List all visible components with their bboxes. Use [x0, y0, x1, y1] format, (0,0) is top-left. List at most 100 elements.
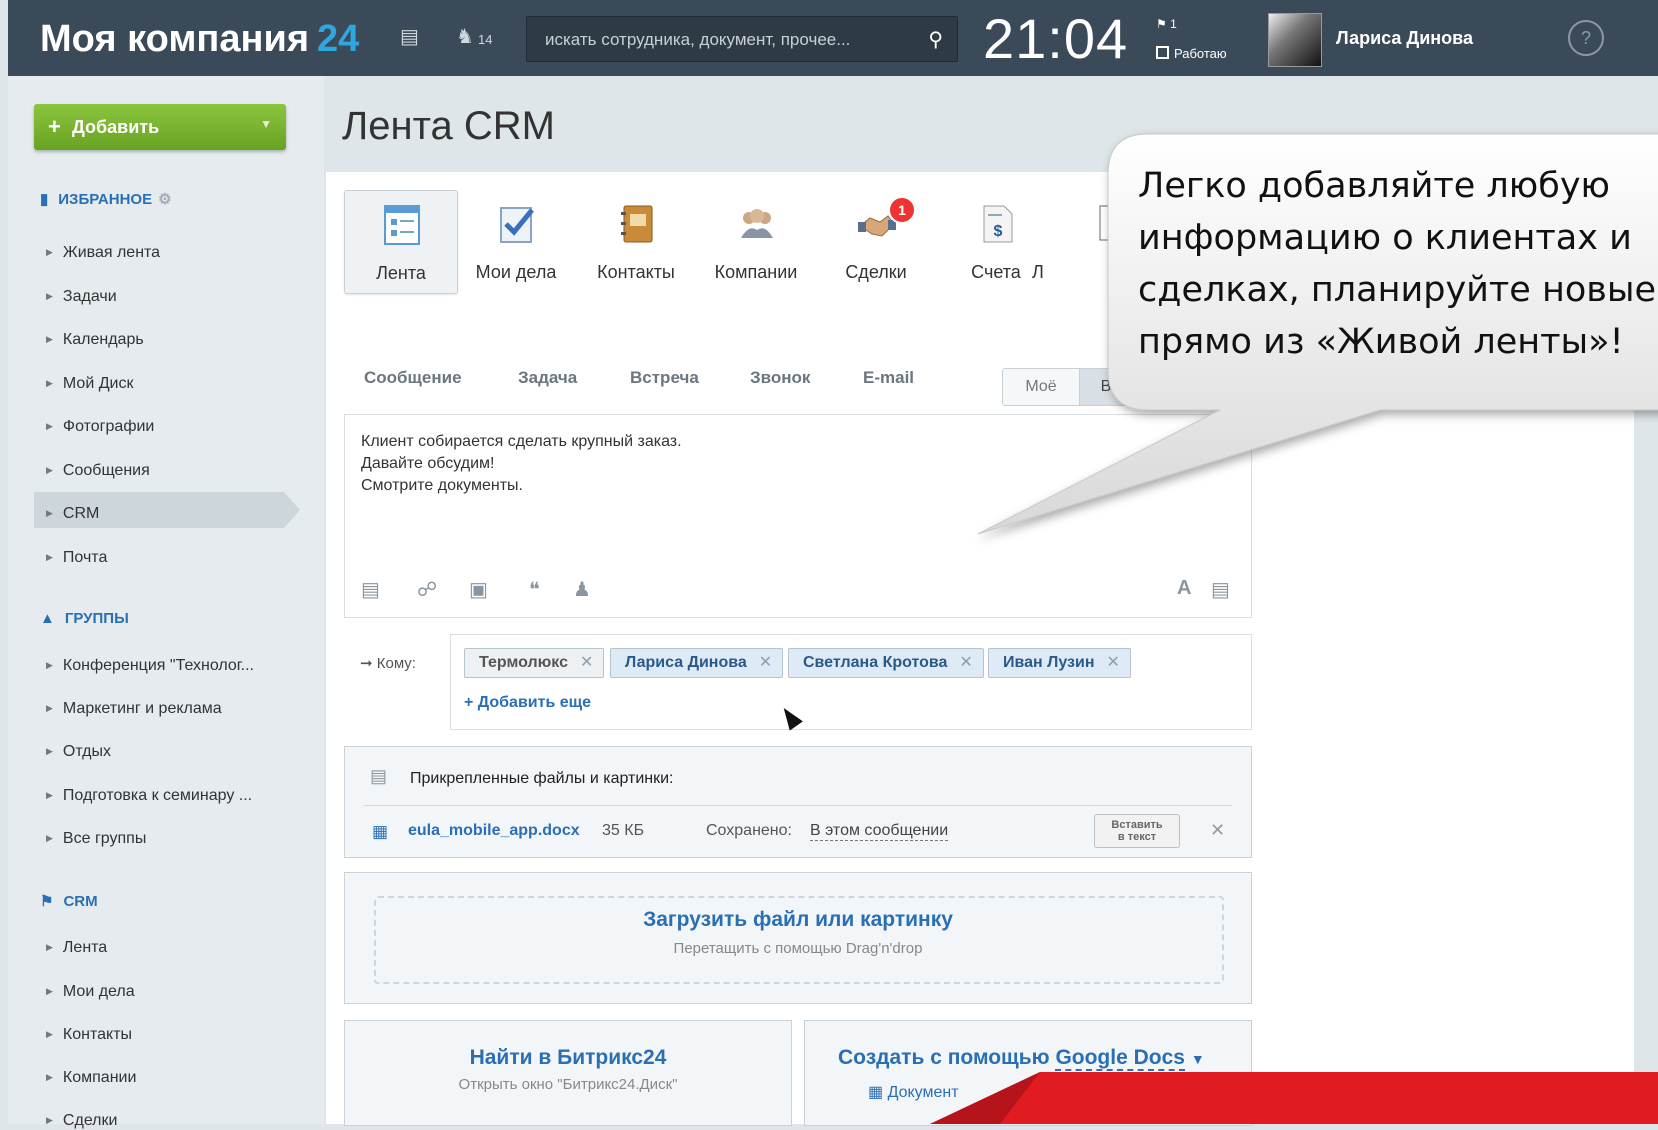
- sidebar-item-live-feed[interactable]: ▶ Живая лента: [46, 244, 160, 262]
- search-input[interactable]: искать сотрудника, документ, прочее... ⚲: [526, 16, 958, 62]
- upload-link[interactable]: Загрузить файл или картинку: [344, 908, 1252, 932]
- word-doc-icon: ▦: [372, 822, 389, 841]
- recipient-chip[interactable]: Иван Лузин ✕: [988, 648, 1131, 678]
- sidebar-item-all-groups[interactable]: ▶ Все группы: [46, 830, 146, 848]
- font-format-icon[interactable]: A: [1177, 577, 1191, 600]
- sidebar-item-my-disk[interactable]: ▶ Мой Диск: [46, 375, 133, 393]
- sidebar-item-tasks[interactable]: ▶ Задачи: [46, 288, 117, 306]
- callout-text: Легко добавляйте любую информацию о клие…: [1138, 166, 1657, 362]
- tab-meeting[interactable]: Встреча: [630, 368, 699, 388]
- sidebar-item-group[interactable]: ▶ Маркетинг и реклама: [46, 700, 222, 718]
- attach-icon[interactable]: ▤: [361, 577, 380, 602]
- recipient-chip[interactable]: Лариса Динова ✕: [610, 648, 784, 678]
- quote-icon[interactable]: ❝: [529, 577, 540, 602]
- attach-icon: ▤: [370, 766, 388, 786]
- help-button[interactable]: ?: [1568, 20, 1604, 56]
- sidebar-item-crm-activities[interactable]: ▶ Мои дела: [46, 983, 135, 1001]
- tab-task[interactable]: Задача: [518, 368, 577, 388]
- close-icon[interactable]: ✕: [1107, 654, 1120, 671]
- editor-text[interactable]: Клиент собирается сделать крупный заказ.…: [361, 431, 682, 497]
- groups-title[interactable]: ▲ ГРУППЫ: [40, 610, 129, 627]
- google-docs-box: [804, 1020, 1252, 1126]
- sidebar-item-crm-contacts[interactable]: ▶ Контакты: [46, 1026, 132, 1044]
- notifications-count: 14: [478, 32, 493, 47]
- user-name[interactable]: Лариса Динова: [1336, 28, 1473, 49]
- saved-location-dropdown[interactable]: В этом сообщении: [810, 822, 949, 841]
- clock[interactable]: 21:04: [983, 6, 1128, 71]
- close-icon[interactable]: ✕: [759, 654, 772, 671]
- chevron-down-icon[interactable]: ▼: [260, 117, 272, 131]
- attachments-title: Прикрепленные файлы и картинки:: [410, 770, 674, 787]
- sidebar-item-crm-deals[interactable]: ▶ Сделки: [46, 1112, 117, 1130]
- chevron-down-icon[interactable]: ▼: [1191, 1051, 1205, 1067]
- lead-icon: [1099, 205, 1125, 241]
- saved-label: Сохранено:: [706, 822, 792, 839]
- sidebar-item-mail[interactable]: ▶ Почта: [46, 549, 107, 567]
- recipients-label: ➞ Кому:: [360, 655, 416, 672]
- recipient-chip[interactable]: Светлана Кротова ✕: [788, 648, 984, 678]
- recipient-chip[interactable]: Термолюкс ✕: [464, 648, 605, 678]
- sidebar-item-group[interactable]: ▶ Отдых: [46, 743, 111, 761]
- logo-number: 24: [317, 18, 360, 60]
- bell-icon[interactable]: ♞: [456, 24, 474, 49]
- bookmark-icon: ▮: [40, 191, 49, 208]
- video-icon[interactable]: ▣: [469, 577, 488, 602]
- sidebar-item-crm[interactable]: ▶ CRM: [46, 505, 99, 523]
- svg-text:$: $: [994, 223, 1003, 240]
- tab-email[interactable]: E-mail: [863, 368, 914, 388]
- arrow-right-icon: ➞: [360, 655, 373, 672]
- deals-badge: 1: [888, 196, 916, 224]
- crm-section-title[interactable]: ⚑ CRM: [40, 892, 98, 910]
- gear-icon[interactable]: ⚙: [158, 191, 171, 208]
- close-icon[interactable]: ✕: [1210, 820, 1225, 841]
- close-icon[interactable]: ✕: [959, 654, 972, 671]
- sidebar-item-messages[interactable]: ▶ Сообщения: [46, 462, 150, 480]
- plus-icon: +: [48, 114, 61, 139]
- insert-into-text-button[interactable]: Вставить в текст: [1094, 814, 1180, 848]
- filter-all-button[interactable]: Вс: [1079, 368, 1141, 406]
- crm-tabs: Лента Мои дела Контакты Компании Сделки …: [344, 190, 1244, 306]
- tab-call[interactable]: Звонок: [750, 368, 810, 388]
- flag-count: 1: [1170, 17, 1177, 31]
- panel-toggle-icon[interactable]: ▤: [1211, 577, 1230, 602]
- link-icon[interactable]: ☍: [417, 577, 437, 602]
- sidebar-item-group[interactable]: ▶ Конференция "Технолог...: [46, 657, 254, 675]
- search-placeholder: искать сотрудника, документ, прочее...: [545, 30, 851, 49]
- company-logo[interactable]: Моя компания 24: [40, 18, 359, 61]
- message-editor[interactable]: Клиент собирается сделать крупный заказ.…: [344, 414, 1252, 618]
- sidebar-item-crm-companies[interactable]: ▶ Компании: [46, 1069, 136, 1087]
- page-title: Лента CRM: [342, 104, 555, 148]
- invoice-icon: $: [983, 205, 1013, 243]
- people-icon: [741, 209, 773, 238]
- upload-hint: Перетащить с помощью Drag'n'drop: [673, 940, 923, 957]
- add-button[interactable]: + Добавить ▼: [34, 104, 286, 150]
- sidebar-item-group[interactable]: ▶ Подготовка к семинару ...: [46, 787, 252, 805]
- status-square-icon: [1156, 46, 1169, 59]
- address-book-icon: [621, 205, 653, 243]
- sidebar-item-photos[interactable]: ▶ Фотографии: [46, 418, 154, 436]
- google-docs-title[interactable]: Создать с помощью Google Docs ▼: [838, 1046, 1205, 1071]
- create-document-link[interactable]: ▦ Документ: [868, 1082, 959, 1102]
- work-status[interactable]: Работаю: [1156, 46, 1227, 61]
- file-link[interactable]: eula_mobile_app.docx: [408, 822, 580, 840]
- flag-icon[interactable]: ⚑ 1: [1156, 17, 1177, 31]
- tab-companies[interactable]: Компании: [700, 190, 812, 292]
- search-icon[interactable]: ⚲: [928, 27, 943, 52]
- find-in-bitrix-link[interactable]: Найти в Битрикс24: [344, 1046, 792, 1070]
- sidebar-item-calendar[interactable]: ▶ Календарь: [46, 331, 144, 349]
- tab-contacts[interactable]: Контакты: [580, 190, 692, 292]
- filter-mine-button[interactable]: Моё: [1002, 368, 1080, 406]
- favorites-title[interactable]: ▮ ИЗБРАННОЕ ⚙: [40, 190, 172, 208]
- top-bar: Моя компания 24 ▤ ♞ 14 искать сотрудника,…: [8, 0, 1658, 76]
- add-recipient-link[interactable]: + Добавить еще: [464, 694, 591, 712]
- sidebar-item-crm-feed[interactable]: ▶ Лента: [46, 939, 107, 957]
- avatar[interactable]: [1268, 13, 1322, 67]
- tab-my-activities[interactable]: Мои дела: [460, 190, 572, 292]
- chat-icon[interactable]: ▤: [400, 24, 419, 49]
- close-icon[interactable]: ✕: [580, 654, 593, 671]
- word-doc-icon: ▦: [868, 1084, 884, 1101]
- tab-message[interactable]: Сообщение: [364, 368, 462, 388]
- mention-icon[interactable]: ♟: [573, 577, 591, 602]
- tab-feed[interactable]: Лента: [344, 190, 458, 294]
- find-in-bitrix-box[interactable]: [344, 1020, 792, 1126]
